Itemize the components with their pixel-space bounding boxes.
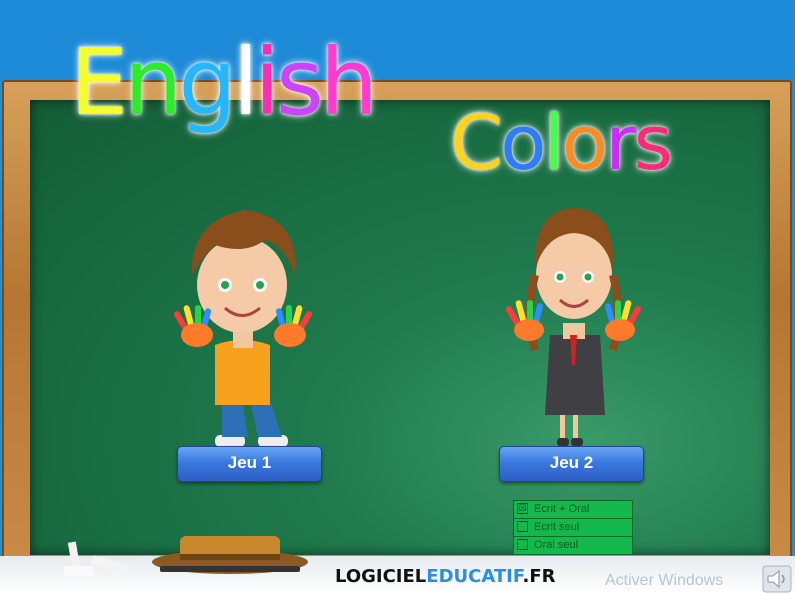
title-letter: C — [450, 98, 503, 187]
chalk-icon — [64, 541, 129, 576]
mode-option-oral-only[interactable]: Oral seul — [514, 537, 632, 554]
mode-option-written-oral[interactable]: ☒ Ecrit + Oral — [514, 501, 632, 519]
title-letter: n — [124, 29, 182, 136]
title-letter: h — [319, 29, 378, 136]
logo-part: LOGICIEL — [335, 566, 427, 587]
speaker-icon[interactable] — [762, 565, 792, 593]
mode-label: Ecrit + Oral — [534, 503, 590, 515]
mode-label: Oral seul — [534, 539, 579, 551]
checkbox-icon[interactable] — [517, 520, 528, 532]
title-letter: i — [254, 29, 279, 136]
mode-options: ☒ Ecrit + Oral Ecrit seul Oral seul — [513, 500, 633, 555]
boy-character[interactable] — [170, 205, 315, 450]
title-letter: l — [543, 98, 565, 187]
title-letter: g — [178, 29, 236, 136]
title-letter: o — [500, 98, 546, 187]
girl-character[interactable] — [505, 205, 645, 450]
title-letter: o — [561, 98, 608, 187]
title-letter: l — [232, 29, 258, 136]
eraser-icon — [152, 536, 308, 574]
activation-watermark: Activer Windows — [605, 572, 724, 589]
checkbox-icon[interactable]: ☒ — [517, 502, 528, 514]
game2-button[interactable]: Jeu 2 — [499, 446, 644, 482]
checkbox-icon[interactable] — [517, 538, 528, 550]
game1-button[interactable]: Jeu 1 — [177, 446, 322, 482]
logo-part: .FR — [522, 566, 556, 587]
title-letter: s — [633, 98, 673, 187]
title-letter: r — [605, 98, 636, 187]
site-logo[interactable]: LOGICIELEDUCATIF.FR — [335, 566, 556, 587]
mode-label: Ecrit seul — [534, 521, 580, 533]
mode-option-written-only[interactable]: Ecrit seul — [514, 519, 632, 537]
title-english: English — [70, 28, 378, 138]
title-letter: s — [275, 29, 324, 136]
title-letter: E — [70, 29, 128, 136]
title-colors: Colors — [450, 98, 673, 188]
logo-part: EDUCATIF — [426, 566, 523, 587]
